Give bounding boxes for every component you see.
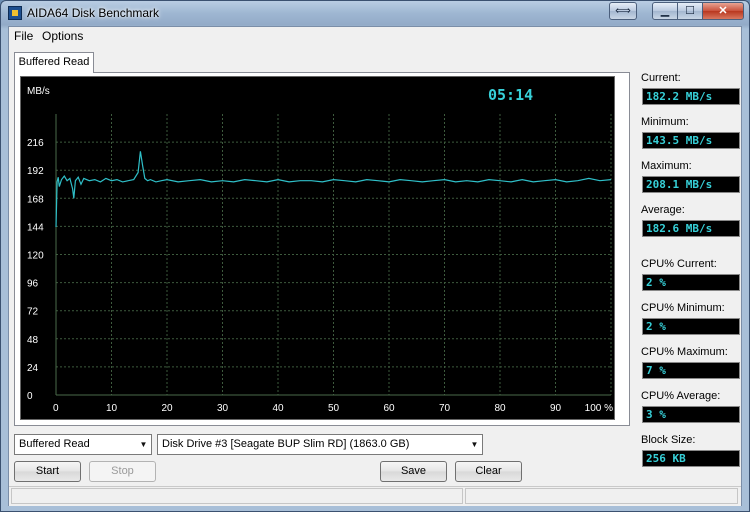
- tab-buffered-read[interactable]: Buffered Read: [14, 52, 94, 73]
- cpu-average-value: 3 %: [642, 406, 740, 423]
- chart-svg: 216 192 168 144 120 96 72 48 24 0 0 10 20 30 40 50 60 70 8…: [27, 86, 613, 414]
- x-tick-label: 90: [550, 403, 562, 414]
- chevron-down-icon: ▼: [470, 440, 479, 449]
- cpu-minimum-label: CPU% Minimum:: [641, 302, 725, 314]
- y-tick-label: 72: [27, 307, 39, 318]
- elapsed-timer: 05:14: [488, 86, 533, 104]
- current-label: Current:: [641, 72, 681, 84]
- x-tick-label: 70: [439, 403, 451, 414]
- current-value: 182.2 MB/s: [642, 88, 740, 105]
- benchmark-mode-select[interactable]: Buffered Read ▼: [14, 434, 152, 455]
- start-button[interactable]: Start: [14, 461, 81, 482]
- average-label: Average:: [641, 204, 685, 216]
- x-tick-label: 50: [328, 403, 340, 414]
- block-size-label: Block Size:: [641, 434, 696, 446]
- y-tick-label: 216: [27, 138, 44, 149]
- chevron-down-icon: ▼: [139, 440, 148, 449]
- cpu-current-label: CPU% Current:: [641, 258, 717, 270]
- x-tick-label: 80: [494, 403, 506, 414]
- y-tick-label: 168: [27, 194, 44, 205]
- window-title: AIDA64 Disk Benchmark: [27, 6, 160, 20]
- minimum-value: 143.5 MB/s: [642, 132, 740, 149]
- y-tick-label: 144: [27, 222, 44, 233]
- y-tick-label: 0: [27, 391, 33, 402]
- aida64-app-icon: [8, 6, 22, 20]
- y-tick-label: 96: [27, 279, 39, 290]
- clear-button[interactable]: Clear: [455, 461, 522, 482]
- y-tick-label: 24: [27, 363, 39, 374]
- maximize-button[interactable]: ☐: [677, 2, 703, 20]
- x-tick-label: 20: [161, 403, 173, 414]
- x-tick-label: 100 %: [585, 403, 613, 414]
- block-size-value: 256 KB: [642, 450, 740, 467]
- resize-button[interactable]: ⟺: [609, 2, 637, 20]
- title-bar[interactable]: AIDA64 Disk Benchmark ⟺ ▁ ☐ ✕: [1, 1, 749, 25]
- cpu-maximum-label: CPU% Maximum:: [641, 346, 728, 358]
- client-area: File Options Buffered Read 216 192 168 144 1…: [8, 26, 742, 506]
- x-tick-label: 40: [272, 403, 284, 414]
- stop-button[interactable]: Stop: [89, 461, 156, 482]
- status-panel-right: [465, 488, 738, 504]
- maximum-label: Maximum:: [641, 160, 692, 172]
- y-tick-label: 48: [27, 335, 39, 346]
- x-tick-label: 0: [53, 403, 59, 414]
- minimize-button[interactable]: ▁: [652, 2, 678, 20]
- y-tick-label: 120: [27, 251, 44, 262]
- x-tick-label: 10: [106, 403, 118, 414]
- minimum-label: Minimum:: [641, 116, 689, 128]
- close-button[interactable]: ✕: [702, 2, 744, 20]
- status-bar: [9, 486, 741, 506]
- disk-drive-select[interactable]: Disk Drive #3 [Seagate BUP Slim RD] (186…: [157, 434, 483, 455]
- status-panel-left: [11, 488, 463, 504]
- y-axis-label: MB/s: [27, 86, 50, 97]
- disk-drive-value: Disk Drive #3 [Seagate BUP Slim RD] (186…: [162, 438, 410, 450]
- menu-file[interactable]: File: [14, 29, 33, 43]
- cpu-minimum-value: 2 %: [642, 318, 740, 335]
- average-value: 182.6 MB/s: [642, 220, 740, 237]
- cpu-average-label: CPU% Average:: [641, 390, 721, 402]
- app-window: AIDA64 Disk Benchmark ⟺ ▁ ☐ ✕ File Optio…: [0, 0, 750, 512]
- cpu-maximum-value: 7 %: [642, 362, 740, 379]
- cpu-current-value: 2 %: [642, 274, 740, 291]
- menu-options[interactable]: Options: [42, 29, 83, 43]
- benchmark-mode-value: Buffered Read: [19, 438, 90, 450]
- y-tick-label: 192: [27, 166, 44, 177]
- maximum-value: 208.1 MB/s: [642, 176, 740, 193]
- save-button[interactable]: Save: [380, 461, 447, 482]
- menu-bar: File Options: [9, 27, 741, 46]
- x-tick-label: 30: [217, 403, 229, 414]
- x-tick-label: 60: [383, 403, 395, 414]
- benchmark-chart: 216 192 168 144 120 96 72 48 24 0 0 10 20 30 40 50 60 70 8…: [20, 76, 615, 420]
